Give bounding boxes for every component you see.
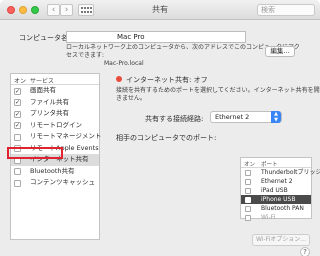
title-bar: ‹ › 共有 検索 <box>0 0 320 20</box>
service-label: ファイル共有 <box>30 97 69 106</box>
port-label: iPad USB <box>261 187 288 194</box>
ports-list-header: オン ポート <box>241 158 311 168</box>
port-item-ethernet-2[interactable]: Ethernet 2 <box>241 177 311 186</box>
port-item-wifi[interactable]: Wi-Fi <box>241 213 311 222</box>
checkbox-ipad-usb[interactable] <box>245 187 251 194</box>
help-icon[interactable]: ? <box>300 247 310 256</box>
share-from-label: 共有する接続経路: <box>145 115 204 123</box>
checkbox-iphone-usb[interactable] <box>245 196 251 203</box>
computer-name-label: コンピュータ名: <box>19 34 71 42</box>
checkbox-thunderbolt-bridge[interactable] <box>245 169 251 176</box>
sharing-window: ‹ › 共有 検索 コンピュータ名: Mac Pro ローカルネットワーク上のコ… <box>0 0 320 256</box>
status-indicator-icon <box>116 76 122 82</box>
checkbox-remote-management[interactable] <box>14 133 21 141</box>
popup-arrows-icon: ▲ ▼ <box>271 111 281 123</box>
port-item-iphone-usb[interactable]: iPhone USB <box>241 195 311 204</box>
search-field[interactable]: 検索 <box>257 4 315 16</box>
services-header-on: オン <box>14 78 27 85</box>
ports-header-on: オン <box>244 162 256 168</box>
service-item-content-caching[interactable]: コンテンツキャッシュ <box>11 177 99 189</box>
wifi-options-button[interactable]: Wi-Fiオプション... <box>252 234 310 246</box>
to-computers-label: 相手のコンピュータでのポート: <box>116 134 217 142</box>
service-item-screen-sharing[interactable]: ✓ 画面共有 <box>11 85 99 97</box>
internet-sharing-description: 接続を共有するためのポートを選択してください。インターネット共有を開始で きませ… <box>116 87 320 103</box>
services-header-service: サービス <box>30 78 55 85</box>
services-list-header: オン サービス <box>11 74 99 85</box>
computer-name-field[interactable]: Mac Pro <box>66 31 246 43</box>
search-placeholder: 検索 <box>261 6 275 14</box>
service-label: リモートログイン <box>30 120 82 129</box>
share-from-popup[interactable]: Ethernet 2 ▲ ▼ <box>210 111 282 123</box>
port-item-bluetooth-pan[interactable]: Bluetooth PAN <box>241 204 311 213</box>
checkbox-printer-sharing[interactable]: ✓ <box>14 110 21 118</box>
local-address: Mac-Pro.local <box>104 60 144 67</box>
service-item-bluetooth-sharing[interactable]: Bluetooth共有 <box>11 166 99 178</box>
port-item-ipad-usb[interactable]: iPad USB <box>241 186 311 195</box>
internet-sharing-status: インターネット共有: オフ <box>126 76 208 84</box>
port-label: Bluetooth PAN <box>261 205 304 212</box>
service-label: 画面共有 <box>30 86 56 94</box>
service-item-remote-management[interactable]: リモートマネージメント <box>11 131 102 143</box>
port-item-thunderbolt-bridge[interactable]: Thunderboltブリッジ <box>241 168 320 177</box>
checkbox-content-caching[interactable] <box>14 179 21 187</box>
checkbox-remote-login[interactable]: ✓ <box>14 122 21 129</box>
checkbox-bluetooth-pan[interactable] <box>245 205 251 212</box>
service-label: コンテンツキャッシュ <box>30 178 95 186</box>
port-label: iPhone USB <box>261 196 296 203</box>
ports-header-port: ポート <box>261 162 278 168</box>
service-item-file-sharing[interactable]: ✓ ファイル共有 <box>11 97 99 109</box>
checkbox-bluetooth-sharing[interactable] <box>14 168 21 175</box>
checkbox-file-sharing[interactable]: ✓ <box>14 99 21 106</box>
service-item-remote-login[interactable]: ✓ リモートログイン <box>11 120 99 132</box>
checkbox-screen-sharing[interactable]: ✓ <box>14 87 21 95</box>
port-label: Thunderboltブリッジ <box>261 169 320 176</box>
service-label: プリンタ共有 <box>30 109 69 117</box>
service-label: Bluetooth共有 <box>30 166 75 175</box>
port-label: Ethernet 2 <box>261 178 293 185</box>
edit-button[interactable]: 編集... <box>265 46 295 57</box>
service-label: リモートマネージメント <box>30 132 102 140</box>
share-from-value: Ethernet 2 <box>215 113 250 121</box>
description-line1: 接続を共有するためのポートを選択してください。インターネット共有を開始で <box>116 87 320 94</box>
checkbox-ethernet-2[interactable] <box>245 178 251 185</box>
computer-name-value: Mac Pro <box>117 33 145 41</box>
checkbox-wifi[interactable] <box>245 214 251 221</box>
service-item-printer-sharing[interactable]: ✓ プリンタ共有 <box>11 108 99 120</box>
ports-list[interactable]: オン ポート Thunderboltブリッジ Ethernet 2 iPad U… <box>240 157 320 222</box>
highlight-annotation <box>7 147 63 159</box>
port-label: Wi-Fi <box>261 214 276 221</box>
description-line2: きません。 <box>116 95 146 102</box>
